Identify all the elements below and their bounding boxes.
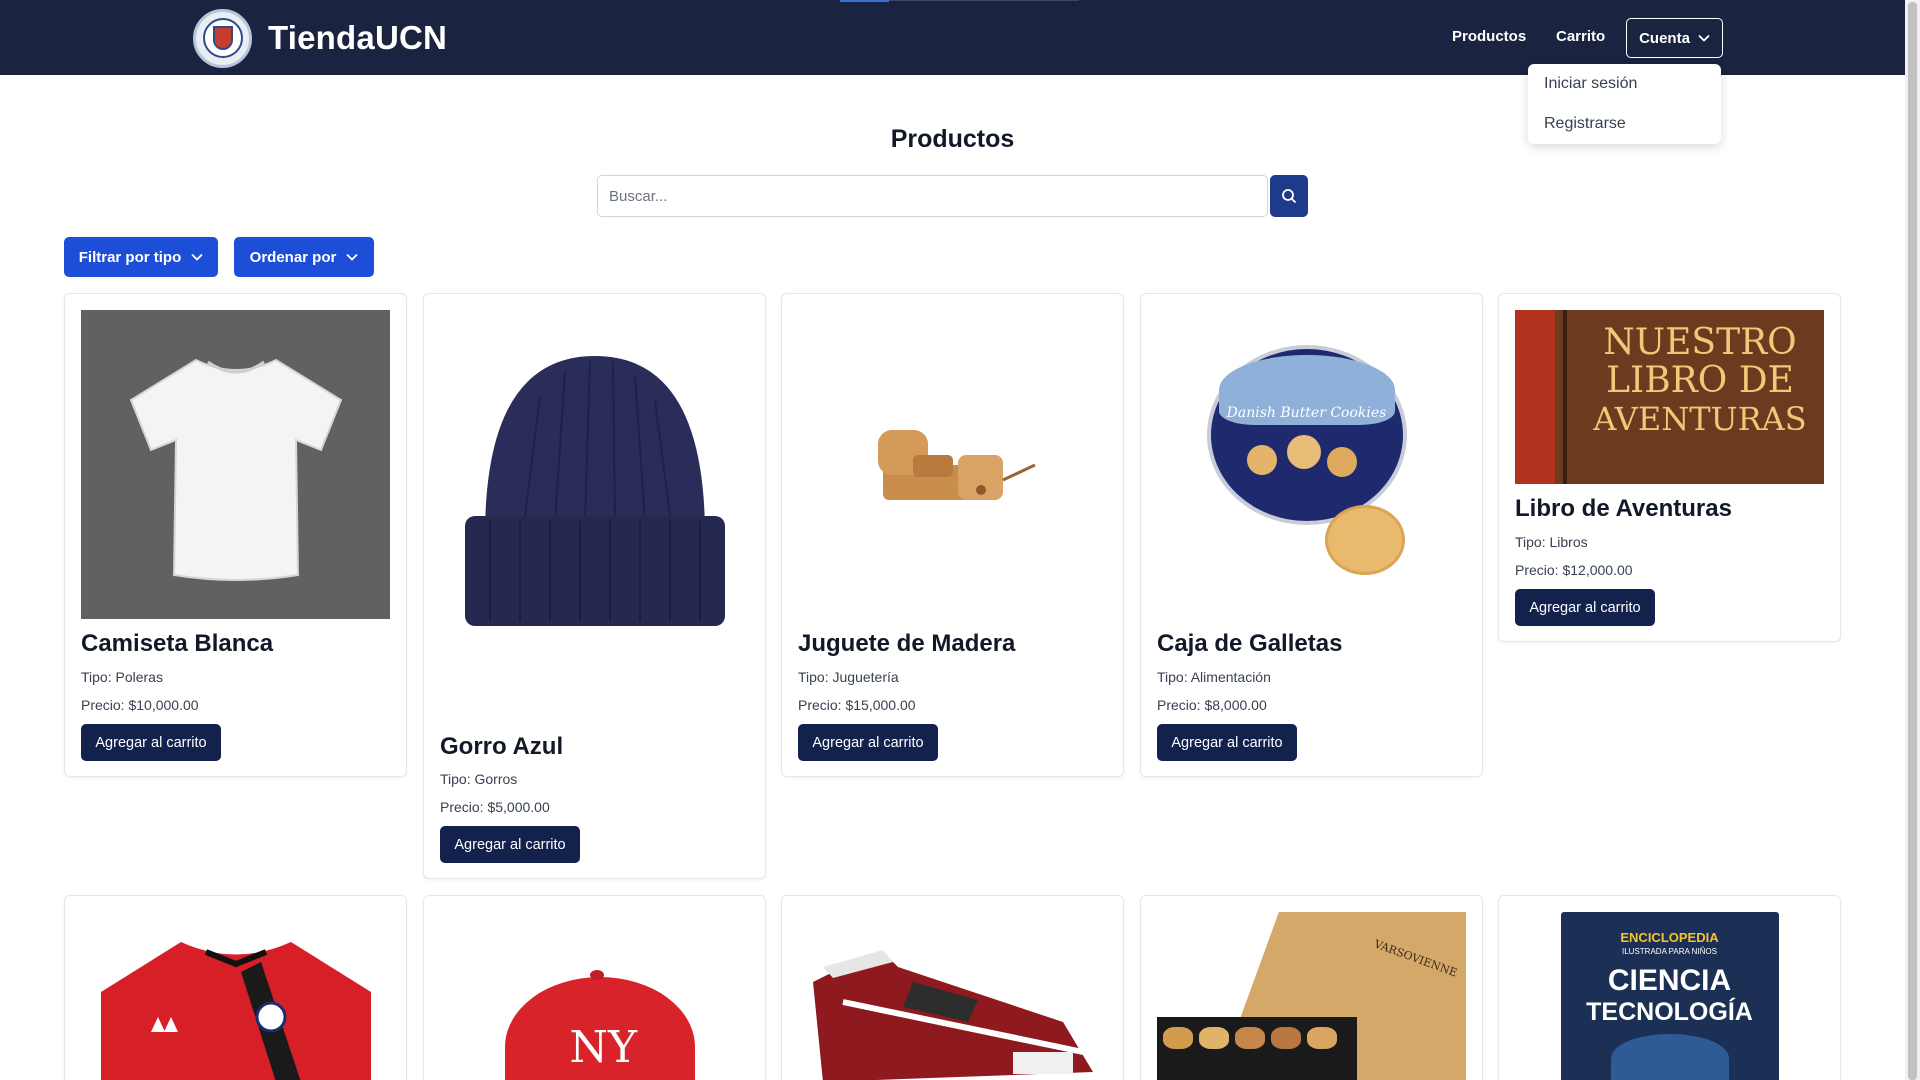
- product-card: Danish Butter Cookies Caja de Galletas T…: [1140, 293, 1483, 777]
- product-card: Juguete de Madera Tipo: Juguetería Preci…: [781, 293, 1124, 777]
- account-dropdown-button[interactable]: Cuenta: [1626, 18, 1723, 58]
- encyclopedia-top-text: ENCICLOPEDIA: [1620, 930, 1719, 945]
- filter-by-type-button[interactable]: Filtrar por tipo: [64, 237, 218, 277]
- product-card: [781, 895, 1124, 1080]
- order-by-label: Ordenar por: [249, 248, 337, 266]
- product-card: [64, 895, 407, 1080]
- product-type: Tipo: Poleras: [81, 669, 163, 685]
- add-to-cart-button[interactable]: Agregar al carrito: [1515, 589, 1655, 626]
- product-image-wooden-toy[interactable]: [798, 310, 1107, 619]
- product-name: Gorro Azul: [440, 733, 564, 760]
- product-image-beanie[interactable]: [440, 310, 749, 722]
- nav-link-products[interactable]: Productos: [1452, 28, 1526, 45]
- order-by-button[interactable]: Ordenar por: [234, 237, 374, 277]
- product-card: Gorro Azul Tipo: Gorros Precio: $5,000.0…: [423, 293, 766, 879]
- nav-active-indicator: [840, 0, 889, 2]
- product-type: Tipo: Libros: [1515, 534, 1588, 550]
- product-image-tshirt[interactable]: [81, 310, 390, 619]
- book-cover-line: AVENTURAS: [1593, 400, 1807, 438]
- page-title: Productos: [890, 125, 1015, 153]
- product-price: Precio: $15,000.00: [798, 697, 916, 713]
- product-name: Caja de Galletas: [1157, 630, 1343, 657]
- product-price: Precio: $12,000.00: [1515, 562, 1633, 578]
- filter-by-type-label: Filtrar por tipo: [78, 248, 182, 266]
- scrollbar-thumb[interactable]: [1908, 2, 1917, 1080]
- product-image-jersey[interactable]: [81, 912, 390, 1080]
- add-to-cart-button[interactable]: Agregar al carrito: [440, 826, 580, 863]
- product-image-cookie-tin[interactable]: Danish Butter Cookies: [1157, 310, 1466, 619]
- search-button[interactable]: [1270, 175, 1308, 217]
- book-cover-line: LIBRO DE: [1606, 360, 1794, 401]
- chevron-down-icon: [346, 253, 358, 261]
- cap-logo-text: NY: [569, 1022, 638, 1073]
- product-card: ENCICLOPEDIA ILUSTRADA PARA NIÑOS CIENCI…: [1498, 895, 1841, 1080]
- university-logo: [193, 8, 252, 68]
- product-type: Tipo: Gorros: [440, 771, 518, 787]
- product-name: Libro de Aventuras: [1515, 495, 1732, 522]
- search-icon: [1282, 189, 1297, 204]
- nav-link-cart[interactable]: Carrito: [1556, 28, 1605, 45]
- product-image-red-cap[interactable]: NY: [440, 912, 749, 1080]
- product-price: Precio: $10,000.00: [81, 697, 199, 713]
- add-to-cart-button[interactable]: Agregar al carrito: [81, 724, 221, 761]
- product-price: Precio: $8,000.00: [1157, 697, 1267, 713]
- product-image-chocolate-box[interactable]: VARSOVIENNE: [1157, 912, 1466, 1080]
- product-image-toy-car[interactable]: [798, 912, 1107, 1080]
- product-name: Juguete de Madera: [798, 630, 1016, 657]
- cookie-tin-label: Danish Butter Cookies: [1226, 404, 1387, 421]
- nav-divider: [889, 0, 1079, 1]
- product-card: Camiseta Blanca Tipo: Poleras Precio: $1…: [64, 293, 407, 777]
- page-scrollbar[interactable]: [1905, 0, 1920, 1080]
- product-image-encyclopedia[interactable]: ENCICLOPEDIA ILUSTRADA PARA NIÑOS CIENCI…: [1515, 912, 1824, 1080]
- product-card: VARSOVIENNE: [1140, 895, 1483, 1080]
- product-type: Tipo: Juguetería: [798, 669, 899, 685]
- menu-item-login[interactable]: Iniciar sesión: [1544, 75, 1637, 93]
- encyclopedia-title-2: TECNOLOGÍA: [1586, 998, 1753, 1026]
- account-label: Cuenta: [1639, 29, 1690, 47]
- encyclopedia-title-1: CIENCIA: [1607, 964, 1732, 997]
- chevron-down-icon: [1698, 34, 1710, 42]
- product-type: Tipo: Alimentación: [1157, 669, 1271, 685]
- encyclopedia-sub-text: ILUSTRADA PARA NIÑOS: [1622, 947, 1717, 956]
- add-to-cart-button[interactable]: Agregar al carrito: [798, 724, 938, 761]
- product-name: Camiseta Blanca: [81, 630, 274, 657]
- add-to-cart-button[interactable]: Agregar al carrito: [1157, 724, 1297, 761]
- brand[interactable]: TiendaUCN: [193, 8, 447, 68]
- product-card: NY: [423, 895, 766, 1080]
- brand-name: TiendaUCN: [268, 19, 448, 56]
- book-cover-line: NUESTRO: [1603, 322, 1797, 363]
- chevron-down-icon: [191, 253, 203, 261]
- product-image-adventure-book[interactable]: NUESTRO LIBRO DE AVENTURAS: [1515, 310, 1824, 484]
- product-price: Precio: $5,000.00: [440, 799, 550, 815]
- search-input[interactable]: [597, 175, 1268, 217]
- product-card: NUESTRO LIBRO DE AVENTURAS Libro de Aven…: [1498, 293, 1841, 642]
